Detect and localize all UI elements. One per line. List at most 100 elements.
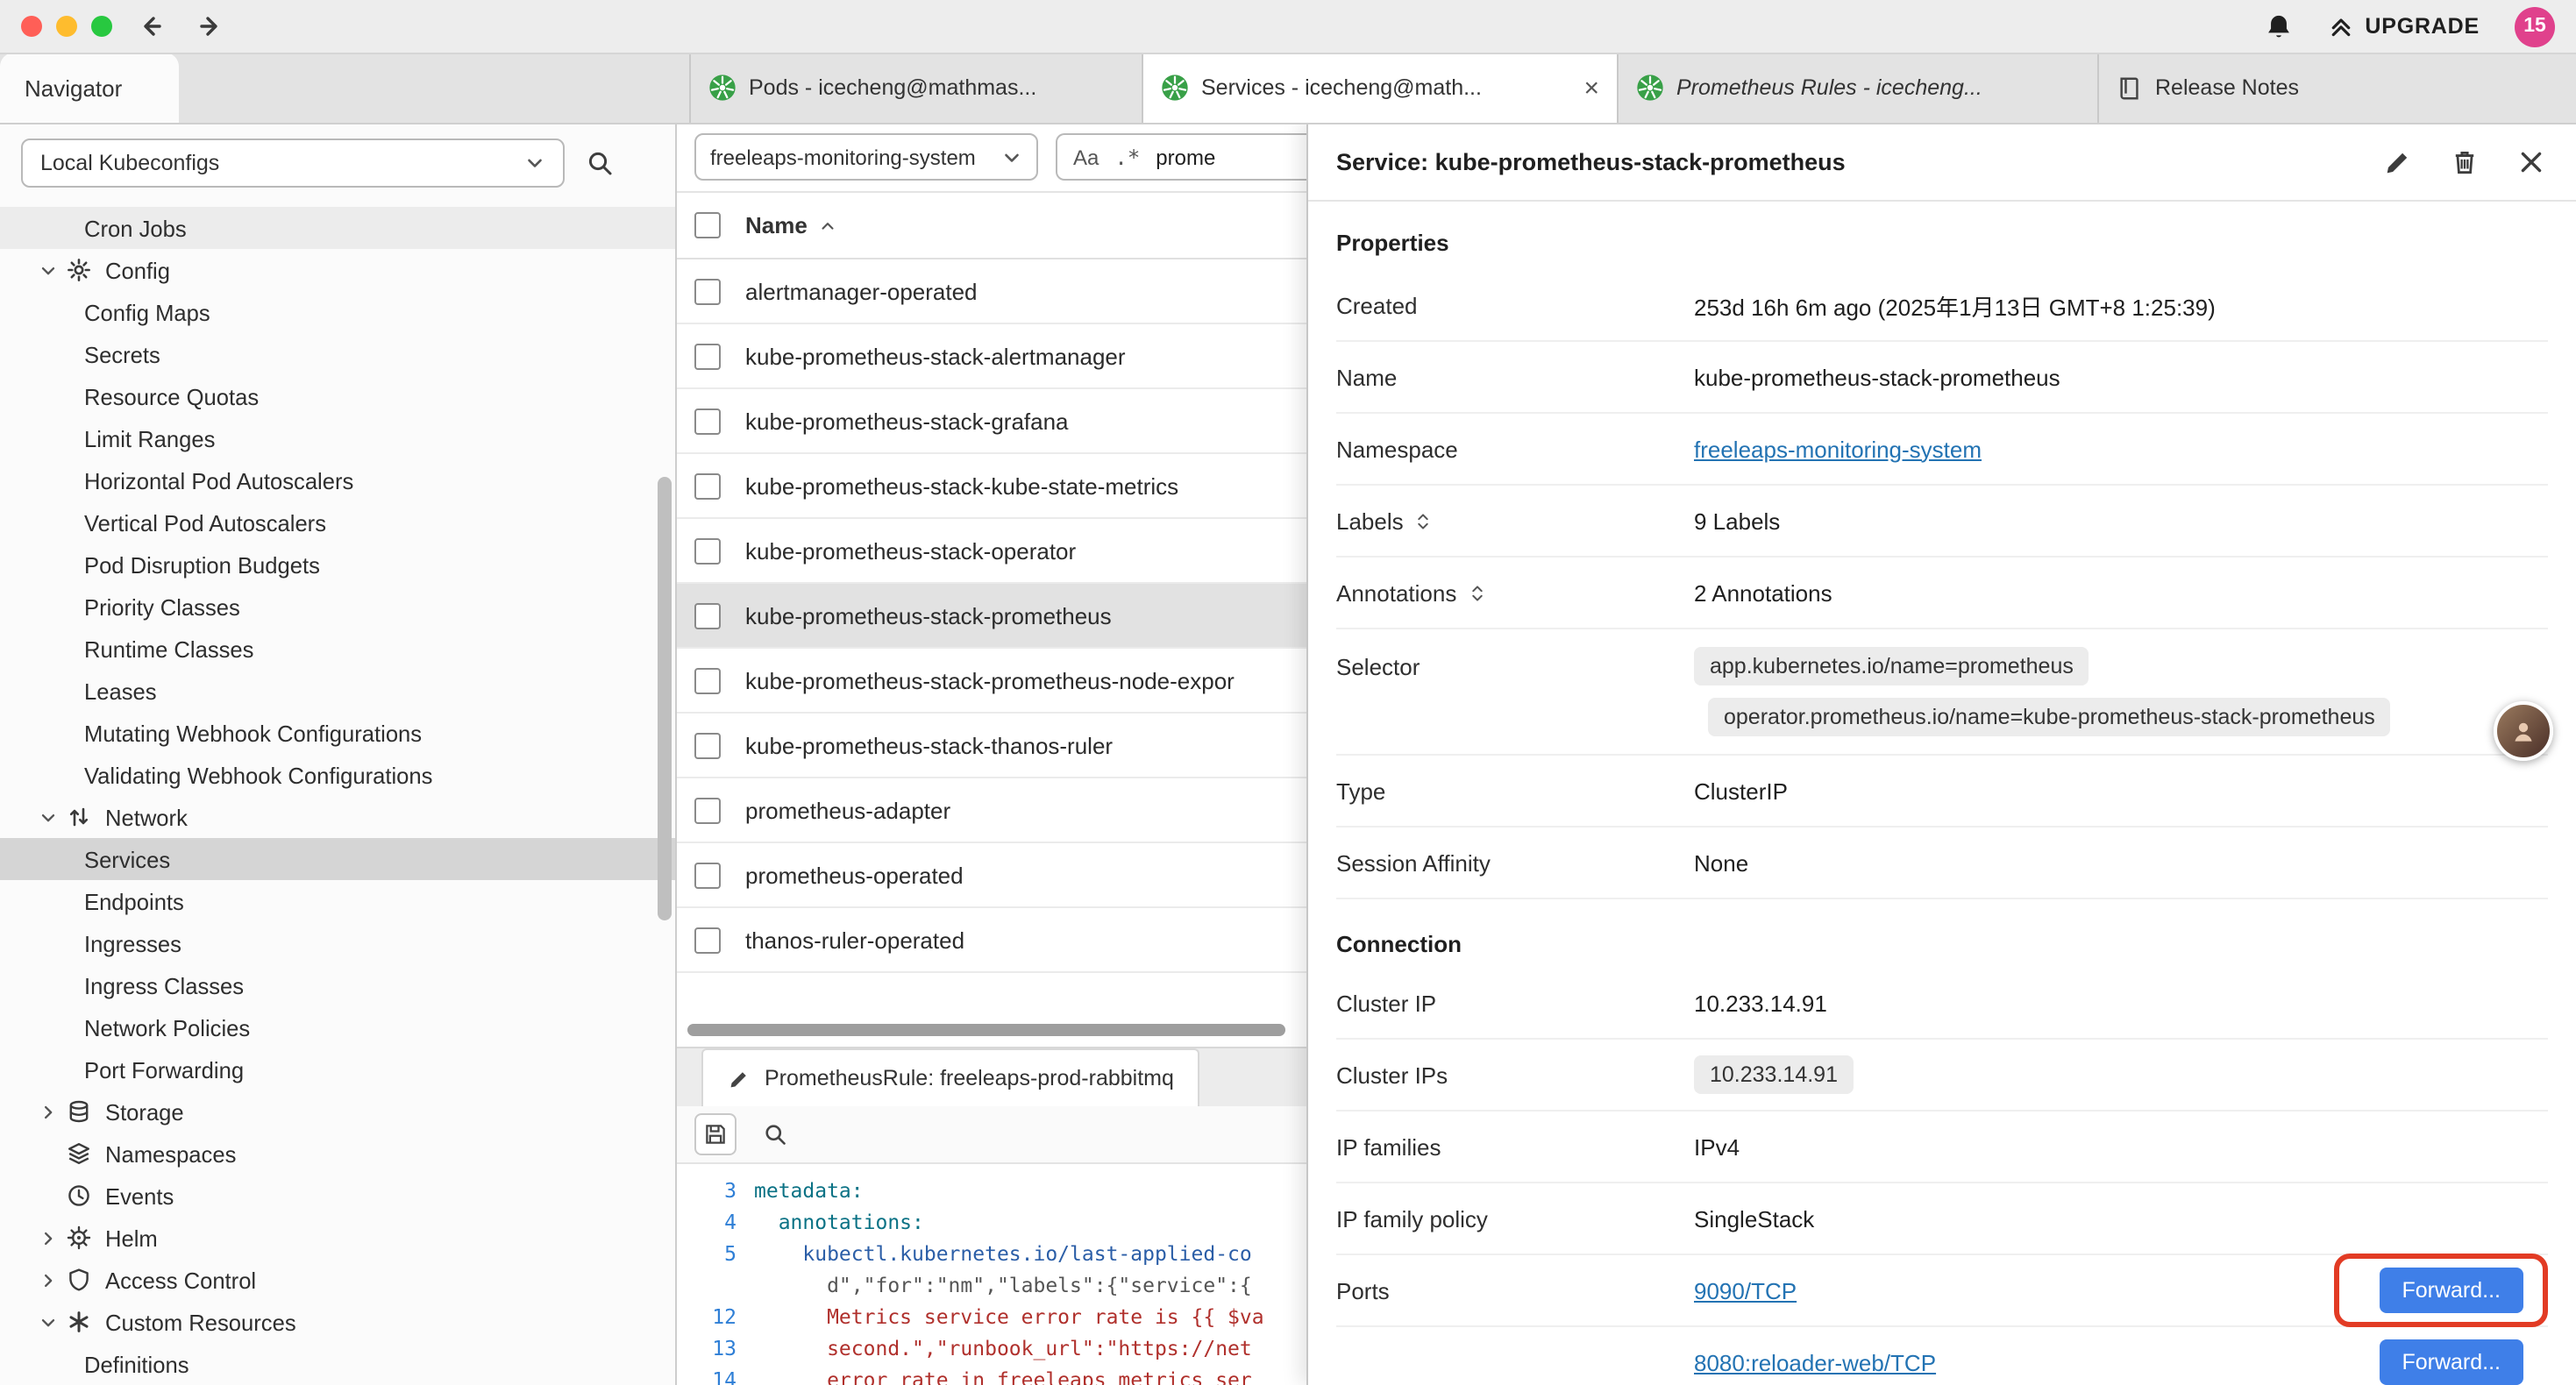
sidebar-item-ingress-classes[interactable]: Ingress Classes [0, 964, 675, 1006]
editor-toolbar [677, 1106, 1308, 1164]
row-checkbox[interactable] [694, 732, 721, 758]
forward-button-9090[interactable]: Forward... [2379, 1268, 2523, 1313]
table-row[interactable]: thanos-ruler-operated [677, 908, 1308, 973]
table-row[interactable]: alertmanager-operated [677, 259, 1308, 324]
sidebar-item-ingresses[interactable]: Ingresses [0, 922, 675, 964]
sidebar-item-validating-webhook-configurations[interactable]: Validating Webhook Configurations [0, 754, 675, 796]
list-search-input[interactable]: Aa .* prome [1056, 133, 1308, 181]
chevron-right-icon [39, 1228, 58, 1247]
annotations-expander[interactable]: 2 Annotations [1694, 579, 2548, 606]
sidebar-item-endpoints[interactable]: Endpoints [0, 880, 675, 922]
row-checkbox[interactable] [694, 537, 721, 564]
window-zoom-button[interactable] [91, 16, 112, 37]
kubeconfig-selector[interactable]: Local Kubeconfigs [21, 138, 565, 188]
sidebar-item-vertical-pod-autoscalers[interactable]: Vertical Pod Autoscalers [0, 501, 675, 543]
table-row[interactable]: kube-prometheus-stack-alertmanager [677, 324, 1308, 389]
sidebar-item-config-maps[interactable]: Config Maps [0, 291, 675, 333]
sidebar-item-limit-ranges[interactable]: Limit Ranges [0, 417, 675, 459]
sidebar-item-definitions[interactable]: Definitions [0, 1343, 675, 1385]
regex-toggle[interactable]: .* [1114, 145, 1140, 169]
sidebar-item-config[interactable]: Config [0, 249, 675, 291]
tab-services[interactable]: Services - icecheng@math... × [1143, 53, 1619, 123]
tab-close-icon[interactable]: × [1583, 75, 1599, 101]
notification-count-badge[interactable]: 15 [2515, 6, 2555, 46]
sidebar-item-network-policies[interactable]: Network Policies [0, 1006, 675, 1048]
sidebar-item-custom-resources[interactable]: Custom Resources [0, 1301, 675, 1343]
tab-pods[interactable]: Pods - icecheng@mathmas... [689, 53, 1143, 123]
back-button[interactable] [137, 9, 172, 44]
select-all-checkbox[interactable] [694, 212, 721, 238]
delete-button[interactable] [2450, 146, 2481, 177]
sidebar-item-network[interactable]: Network [0, 796, 675, 838]
close-drawer-button[interactable] [2516, 146, 2548, 177]
sidebar-item-cron-jobs[interactable]: Cron Jobs [0, 207, 675, 249]
tab-release-notes[interactable]: Release Notes [2099, 53, 2576, 123]
table-row[interactable]: kube-prometheus-stack-operator [677, 519, 1308, 584]
chevron-down-icon [39, 807, 58, 827]
sidebar-search-button[interactable] [586, 146, 621, 181]
row-checkbox[interactable] [694, 278, 721, 304]
table-row[interactable]: prometheus-operated [677, 843, 1308, 908]
window-close-button[interactable] [21, 16, 42, 37]
sidebar-item-namespaces[interactable]: Namespaces [0, 1133, 675, 1175]
sidebar-item-services[interactable]: Services [0, 838, 675, 880]
detail-row-ports-2: 8080:reloader-web/TCP Forward... [1336, 1327, 2548, 1385]
horizontal-scrollbar[interactable] [677, 1024, 1308, 1036]
row-checkbox[interactable] [694, 927, 721, 953]
port-link-8080[interactable]: 8080:reloader-web/TCP [1694, 1349, 1936, 1375]
row-checkbox[interactable] [694, 343, 721, 369]
forward-button-8080[interactable]: Forward... [2379, 1339, 2523, 1385]
sidebar-item-access-control[interactable]: Access Control [0, 1259, 675, 1301]
sidebar-item-helm[interactable]: Helm [0, 1217, 675, 1259]
notifications-bell-icon[interactable] [2263, 11, 2293, 41]
tab-prometheus-rules[interactable]: Prometheus Rules - icecheng... [1619, 53, 2099, 123]
edit-button[interactable] [2383, 146, 2415, 177]
upgrade-button[interactable]: UPGRADE [2328, 14, 2480, 39]
save-button[interactable] [694, 1113, 737, 1155]
match-case-toggle[interactable]: Aa [1073, 145, 1099, 169]
sidebar-item-priority-classes[interactable]: Priority Classes [0, 586, 675, 628]
row-checkbox[interactable] [694, 408, 721, 434]
sidebar-item-events[interactable]: Events [0, 1175, 675, 1217]
avatar[interactable] [2494, 701, 2553, 761]
horizontal-scrollbar-thumb[interactable] [687, 1024, 1285, 1036]
detail-row-selector: Selector app.kubernetes.io/name=promethe… [1336, 629, 2548, 756]
table-row[interactable]: kube-prometheus-stack-kube-state-metrics [677, 454, 1308, 519]
table-row[interactable]: prometheus-adapter [677, 778, 1308, 843]
row-checkbox[interactable] [694, 472, 721, 499]
sidebar-item-port-forwarding[interactable]: Port Forwarding [0, 1048, 675, 1090]
row-checkbox[interactable] [694, 797, 721, 823]
row-checkbox[interactable] [694, 602, 721, 629]
sidebar-item-resource-quotas[interactable]: Resource Quotas [0, 375, 675, 417]
window-minimize-button[interactable] [56, 16, 77, 37]
sidebar-item-mutating-webhook-configurations[interactable]: Mutating Webhook Configurations [0, 712, 675, 754]
row-checkbox[interactable] [694, 862, 721, 888]
row-checkbox[interactable] [694, 667, 721, 693]
helm-wheel-icon [67, 1225, 91, 1250]
sidebar-item-horizontal-pod-autoscalers[interactable]: Horizontal Pod Autoscalers [0, 459, 675, 501]
name-column-header[interactable]: Name [745, 212, 808, 238]
sidebar-item-secrets[interactable]: Secrets [0, 333, 675, 375]
kubernetes-icon [1636, 74, 1664, 102]
sidebar-item-leases[interactable]: Leases [0, 670, 675, 712]
sidebar-item-storage[interactable]: Storage [0, 1090, 675, 1133]
labels-expander[interactable]: 9 Labels [1694, 508, 2548, 534]
editor-search-button[interactable] [754, 1113, 796, 1155]
sidebar-scrollbar[interactable] [658, 477, 672, 920]
table-row-selected[interactable]: kube-prometheus-stack-prometheus [677, 584, 1308, 649]
table-row[interactable]: kube-prometheus-stack-grafana [677, 389, 1308, 454]
table-row[interactable]: kube-prometheus-stack-prometheus-node-ex… [677, 649, 1308, 714]
table-row[interactable]: kube-prometheus-stack-thanos-ruler [677, 714, 1308, 778]
namespace-filter-dropdown[interactable]: freeleaps-monitoring-system [694, 133, 1038, 181]
port-link-9090[interactable]: 9090/TCP [1694, 1277, 1797, 1303]
sidebar-item-runtime-classes[interactable]: Runtime Classes [0, 628, 675, 670]
namespace-link[interactable]: freeleaps-monitoring-system [1694, 436, 1982, 462]
person-icon [2509, 717, 2537, 745]
expand-sort-icon [1414, 511, 1434, 530]
dock-tab-prometheusrule[interactable]: PrometheusRule: freeleaps-prod-rabbitmq [701, 1048, 1200, 1106]
sidebar-item-pod-disruption-budgets[interactable]: Pod Disruption Budgets [0, 543, 675, 586]
detail-row-namespace: Namespace freeleaps-monitoring-system [1336, 414, 2548, 486]
yaml-editor[interactable]: 3metadata: 4 annotations: 5 kubectl.kube… [677, 1164, 1308, 1385]
chevron-down-icon [39, 1312, 58, 1332]
forward-button[interactable] [196, 9, 231, 44]
